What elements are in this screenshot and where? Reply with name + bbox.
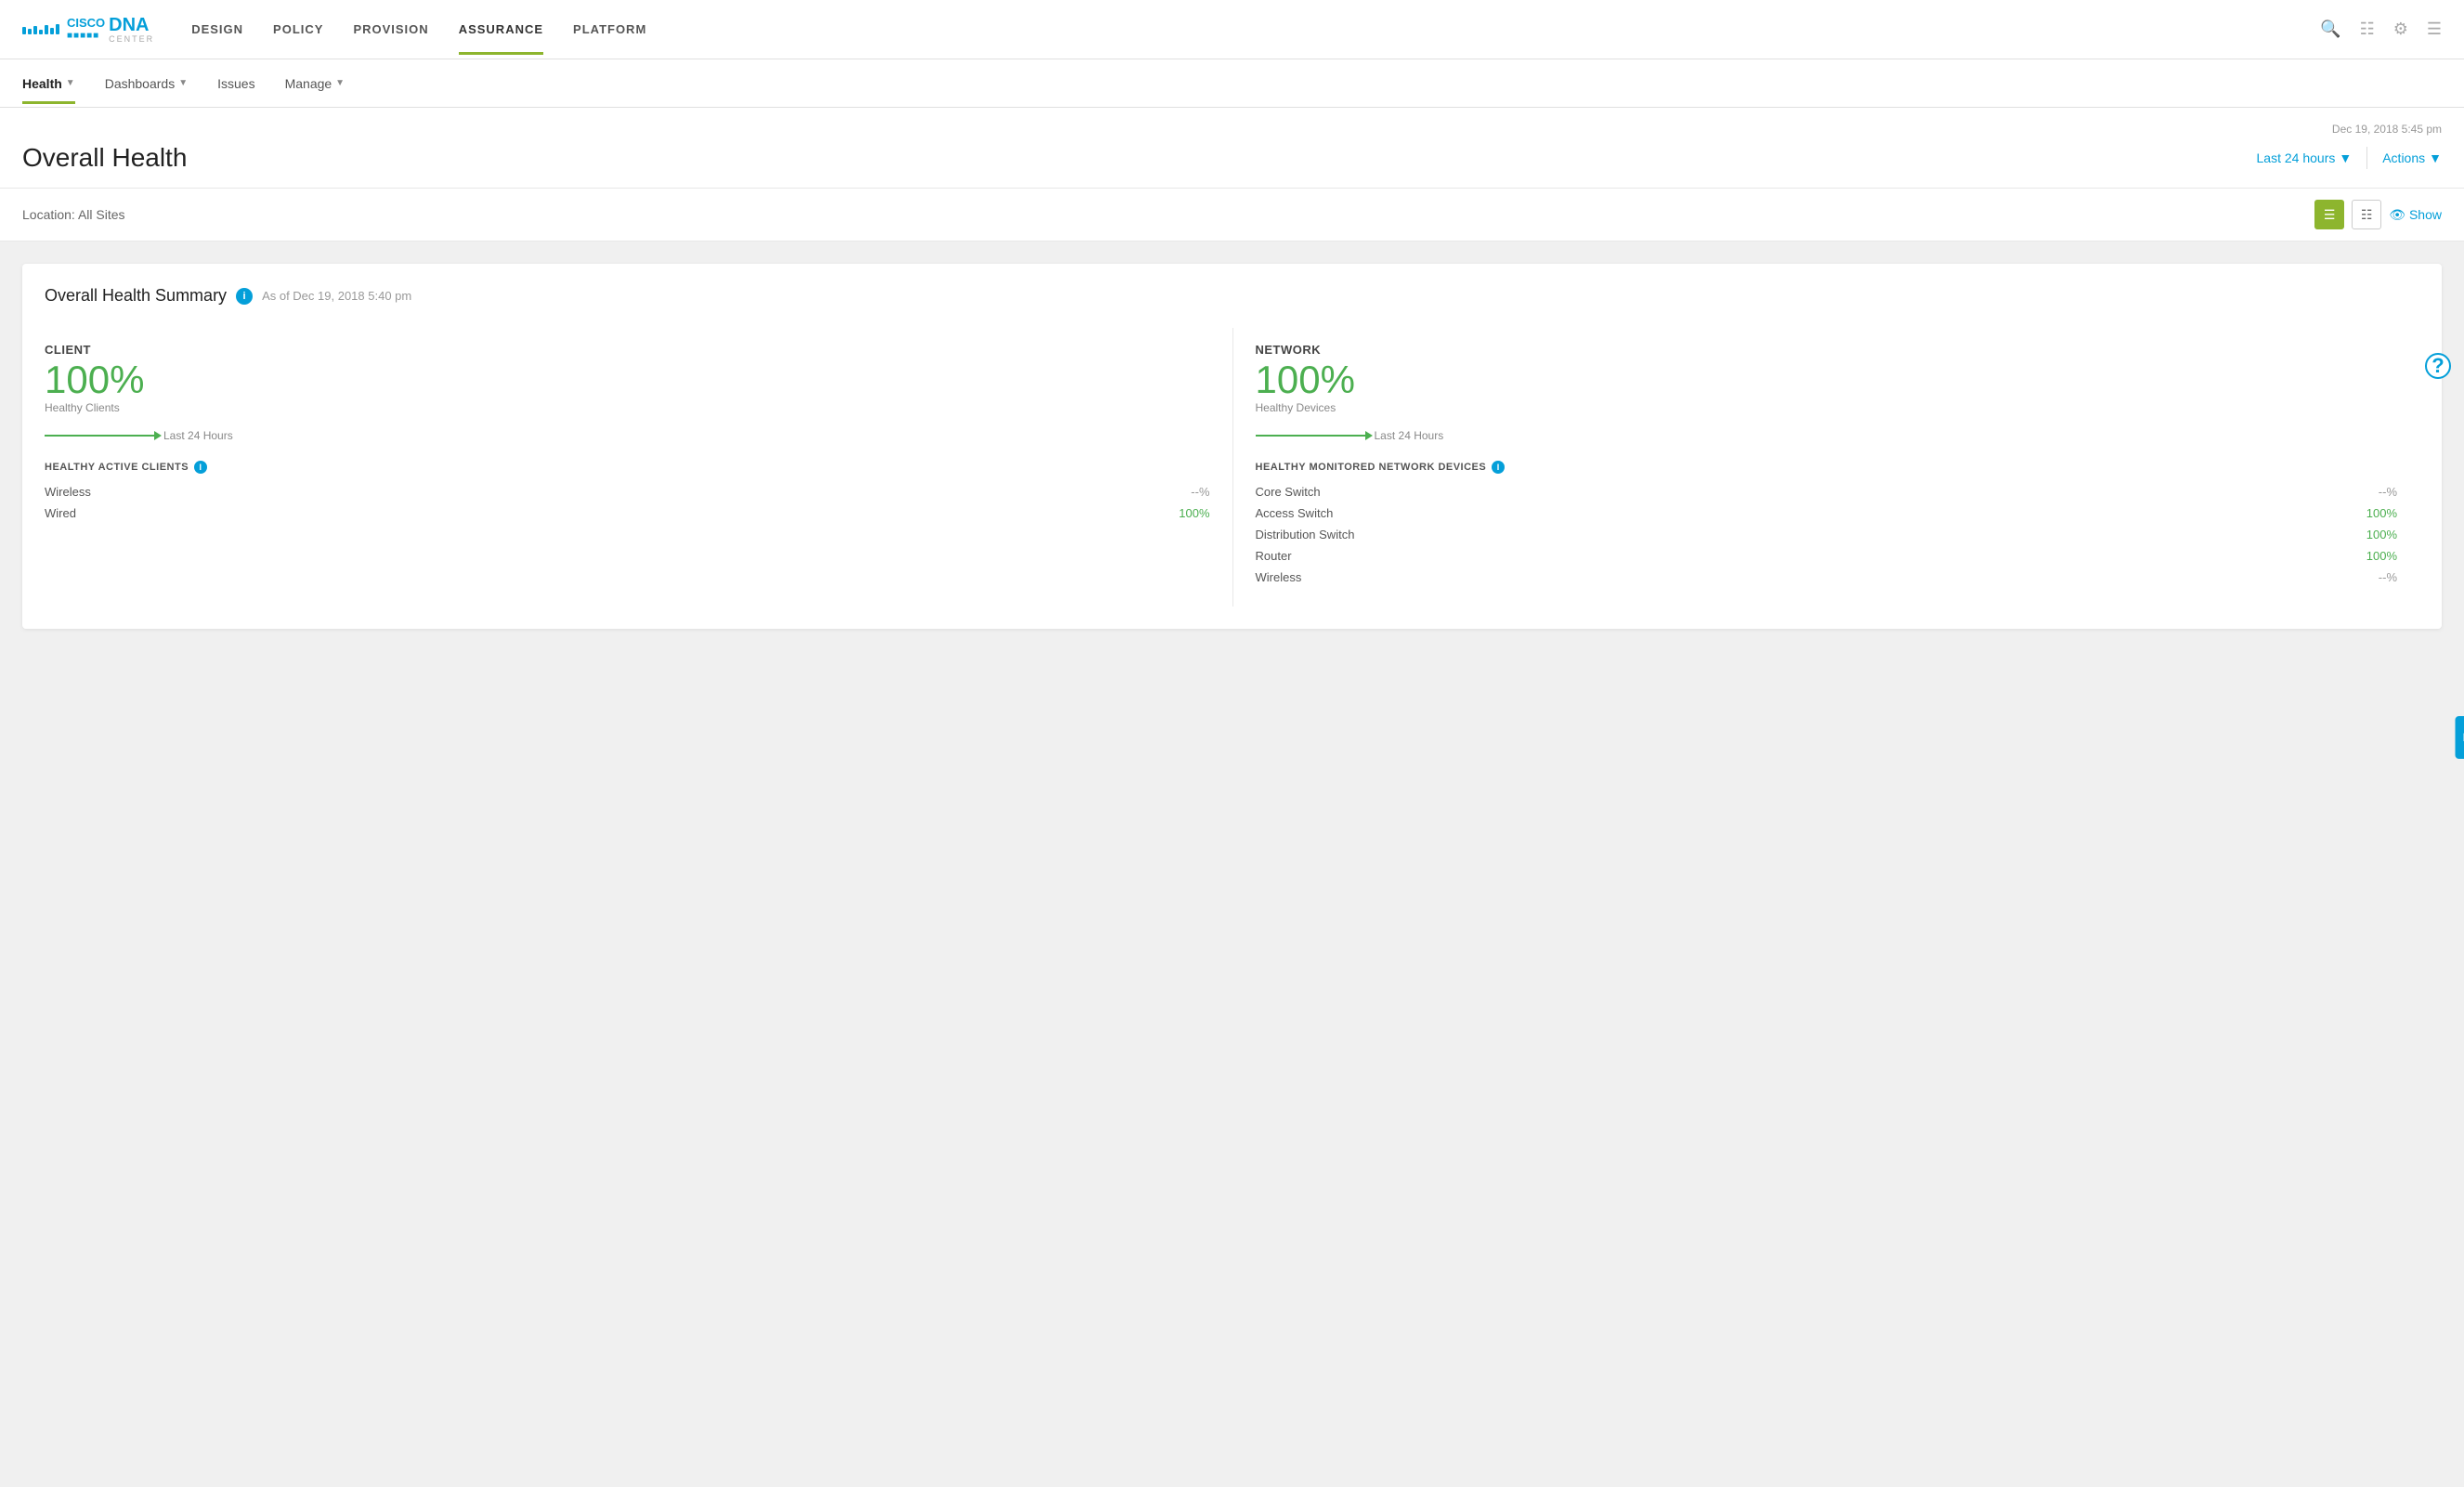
- client-health-column: CLIENT 100% Healthy Clients Last 24 Hour…: [45, 328, 1232, 607]
- top-navigation: CISCO ■■■■■ DNA CENTER DESIGN POLICY PRO…: [0, 0, 2464, 59]
- access-switch-value: 100%: [2366, 506, 2397, 520]
- network-section-title: HEALTHY MONITORED NETWORK DEVICES i: [1256, 461, 2398, 474]
- sub-navigation: Health ▼ Dashboards ▼ Issues Manage ▼: [0, 59, 2464, 108]
- access-switch-label: Access Switch: [1256, 506, 1334, 520]
- gear-icon[interactable]: ⚙: [2393, 20, 2408, 39]
- network-wireless-label: Wireless: [1256, 570, 1302, 584]
- network-wireless-value: --%: [2379, 570, 2397, 584]
- list-view-icon: ☰: [2324, 207, 2336, 223]
- page-header: Dec 19, 2018 5:45 pm Overall Health Last…: [0, 108, 2464, 189]
- distribution-switch-label: Distribution Switch: [1256, 528, 1355, 541]
- core-switch-label: Core Switch: [1256, 485, 1321, 499]
- core-switch-value: --%: [2379, 485, 2397, 499]
- client-metrics: Wireless --% Wired 100%: [45, 485, 1210, 520]
- main-content: Overall Health Summary i As of Dec 19, 2…: [0, 241, 2464, 1487]
- network-type-label: NETWORK: [1256, 343, 2398, 357]
- cisco-subtext: ■■■■■: [67, 31, 105, 42]
- nav-platform[interactable]: PLATFORM: [573, 4, 646, 55]
- network-metric-row: Access Switch 100%: [1256, 506, 2398, 520]
- chevron-down-icon: ▼: [335, 78, 345, 88]
- network-metrics: Core Switch --% Access Switch 100% Distr…: [1256, 485, 2398, 584]
- client-trend-visual: [45, 435, 156, 437]
- network-trend-label: Last 24 Hours: [1375, 429, 1444, 442]
- view-controls: ☰ ☷ 👁 Show: [2314, 200, 2442, 229]
- logo[interactable]: CISCO ■■■■■ DNA CENTER: [22, 15, 154, 45]
- actions-button[interactable]: Actions ▼: [2382, 150, 2442, 165]
- location-bar: Location: All Sites ☰ ☷ 👁 Show: [0, 189, 2464, 241]
- nav-assurance[interactable]: ASSURANCE: [459, 4, 543, 55]
- subnav-issues[interactable]: Issues: [217, 63, 254, 104]
- client-metric-row: Wireless --%: [45, 485, 1210, 499]
- divider: [2366, 147, 2367, 169]
- main-nav: DESIGN POLICY PROVISION ASSURANCE PLATFO…: [191, 4, 2320, 55]
- grid-icon[interactable]: ☷: [2360, 20, 2375, 39]
- nav-policy[interactable]: POLICY: [273, 4, 323, 55]
- nav-icons: 🔍 ☷ ⚙ ☰: [2320, 20, 2442, 39]
- client-healthy-label: Healthy Clients: [45, 401, 1210, 414]
- show-button[interactable]: 👁 Show: [2389, 207, 2442, 223]
- dna-text: DNA: [109, 15, 154, 35]
- router-label: Router: [1256, 549, 1292, 563]
- network-trend-line: Last 24 Hours: [1256, 429, 2398, 442]
- client-health-percent: 100%: [45, 360, 1210, 399]
- network-health-column: NETWORK 100% Healthy Devices Last 24 Hou…: [1232, 328, 2420, 607]
- wireless-label: Wireless: [45, 485, 91, 499]
- router-value: 100%: [2366, 549, 2397, 563]
- map-view-button[interactable]: ☷: [2352, 200, 2381, 229]
- center-text: CENTER: [109, 35, 154, 45]
- client-section-title: HEALTHY ACTIVE CLIENTS i: [45, 461, 1210, 474]
- card-title: Overall Health Summary: [45, 286, 227, 306]
- nav-provision[interactable]: PROVISION: [353, 4, 428, 55]
- location-text: Location: All Sites: [22, 207, 125, 222]
- nav-design[interactable]: DESIGN: [191, 4, 243, 55]
- wireless-value: --%: [1191, 485, 1209, 499]
- network-metric-row: Wireless --%: [1256, 570, 2398, 584]
- client-section-info-icon[interactable]: i: [194, 461, 207, 474]
- wired-label: Wired: [45, 506, 76, 520]
- network-health-percent: 100%: [1256, 360, 2398, 399]
- list-icon[interactable]: ☰: [2427, 20, 2442, 39]
- subnav-manage[interactable]: Manage ▼: [285, 63, 345, 104]
- client-trend-label: Last 24 Hours: [163, 429, 233, 442]
- chevron-down-icon: ▼: [2429, 150, 2442, 165]
- subnav-health[interactable]: Health ▼: [22, 63, 75, 104]
- card-header: Overall Health Summary i As of Dec 19, 2…: [45, 286, 2419, 306]
- page-header-main: Overall Health Last 24 hours ▼ Actions ▼: [22, 143, 2442, 188]
- client-metric-row: Wired 100%: [45, 506, 1210, 520]
- timestamp-bar: Dec 19, 2018 5:45 pm: [22, 123, 2442, 136]
- map-view-icon: ☷: [2361, 207, 2373, 223]
- as-of-text: As of Dec 19, 2018 5:40 pm: [262, 289, 411, 303]
- make-a-wish-tab[interactable]: Make a Wish: [2456, 716, 2464, 759]
- help-icon[interactable]: ?: [2425, 353, 2451, 379]
- wired-value: 100%: [1179, 506, 1209, 520]
- timestamp: Dec 19, 2018 5:45 pm: [2332, 123, 2442, 136]
- network-section-info-icon[interactable]: i: [1492, 461, 1505, 474]
- cisco-text: CISCO: [67, 17, 105, 30]
- subnav-dashboards[interactable]: Dashboards ▼: [105, 63, 188, 104]
- header-actions: Last 24 hours ▼ Actions ▼: [2257, 147, 2442, 169]
- chevron-down-icon: ▼: [66, 78, 75, 88]
- chevron-down-icon: ▼: [178, 78, 188, 88]
- cisco-logo-bars: [22, 24, 59, 34]
- search-icon[interactable]: 🔍: [2320, 20, 2340, 39]
- time-filter-button[interactable]: Last 24 hours ▼: [2257, 150, 2353, 165]
- page-title: Overall Health: [22, 143, 187, 173]
- info-icon[interactable]: i: [236, 288, 253, 305]
- health-summary-card: Overall Health Summary i As of Dec 19, 2…: [22, 264, 2442, 629]
- network-trend-visual: [1256, 435, 1367, 437]
- client-trend-line: Last 24 Hours: [45, 429, 1210, 442]
- list-view-button[interactable]: ☰: [2314, 200, 2344, 229]
- network-metric-row: Router 100%: [1256, 549, 2398, 563]
- network-metric-row: Distribution Switch 100%: [1256, 528, 2398, 541]
- network-metric-row: Core Switch --%: [1256, 485, 2398, 499]
- health-columns: CLIENT 100% Healthy Clients Last 24 Hour…: [45, 328, 2419, 607]
- chevron-down-icon: ▼: [2339, 150, 2352, 165]
- network-healthy-label: Healthy Devices: [1256, 401, 2398, 414]
- client-type-label: CLIENT: [45, 343, 1210, 357]
- distribution-switch-value: 100%: [2366, 528, 2397, 541]
- eye-icon: 👁: [2389, 207, 2405, 223]
